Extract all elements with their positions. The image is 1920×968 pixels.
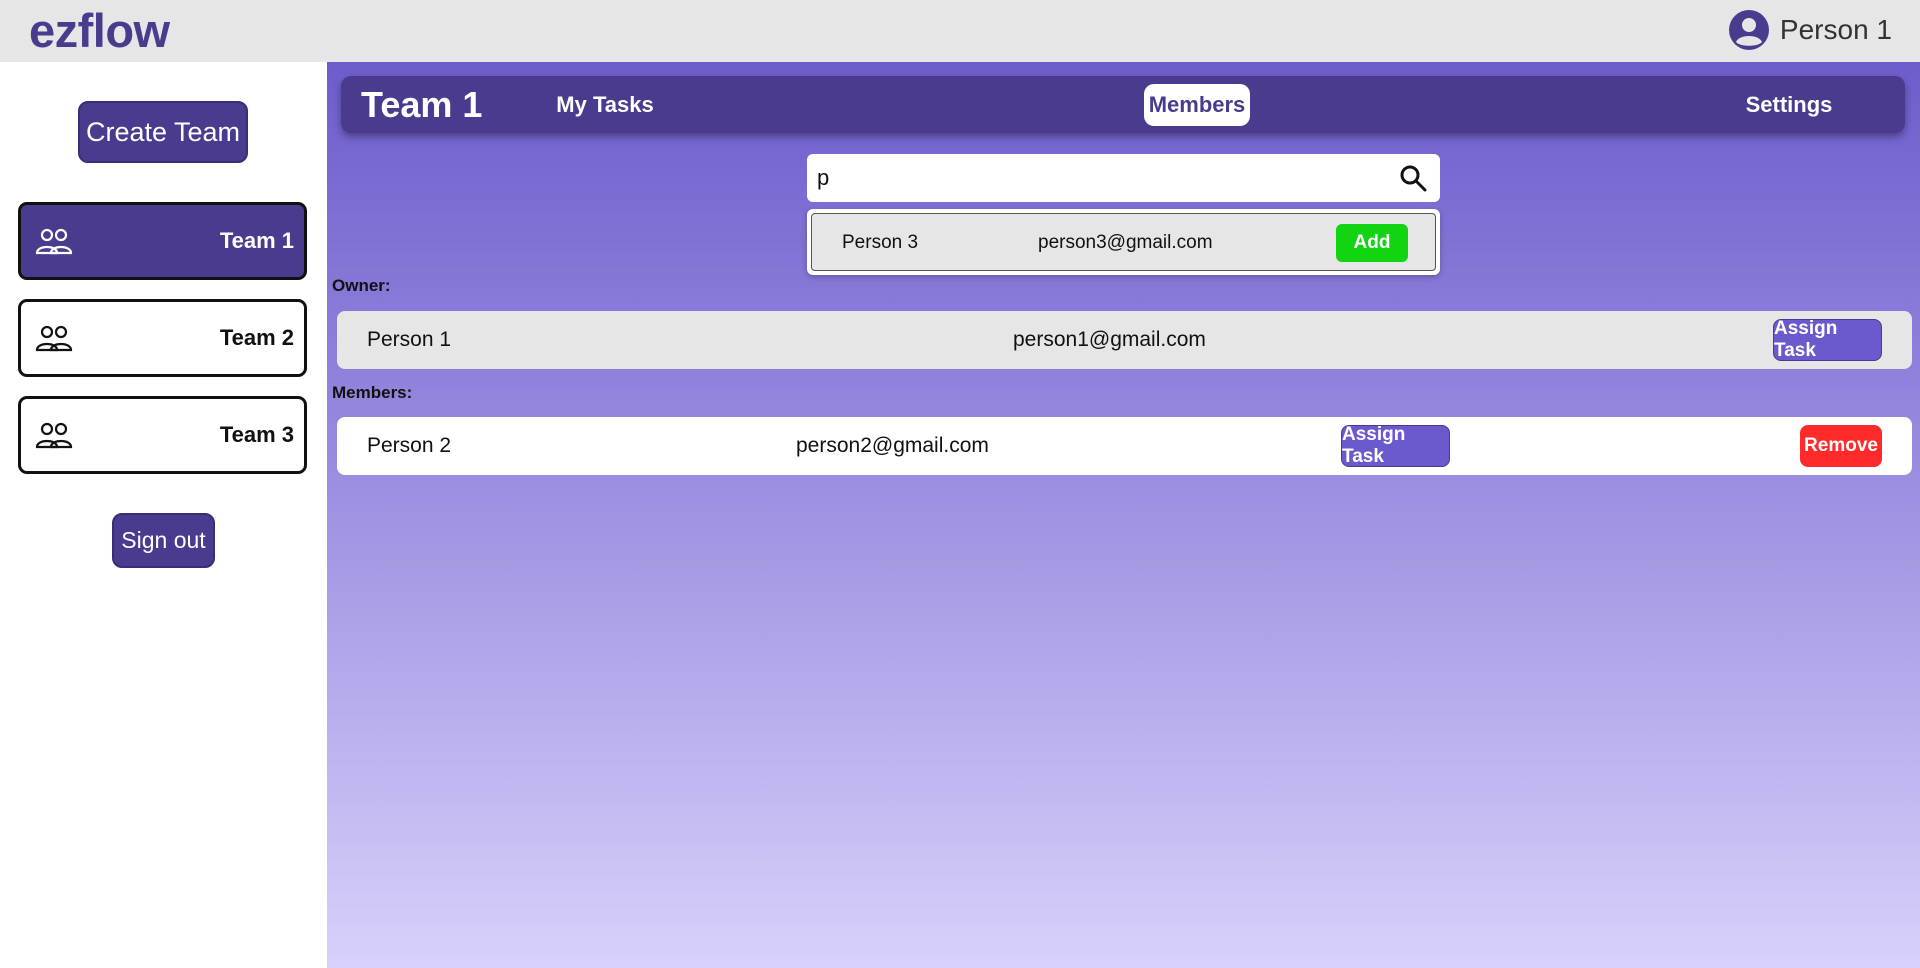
tab-my-tasks[interactable]: My Tasks bbox=[550, 84, 660, 126]
member-search-box bbox=[807, 154, 1440, 202]
user-avatar-icon bbox=[1728, 9, 1770, 51]
owner-row: Person 1 person1@gmail.com Assign Task bbox=[337, 311, 1912, 369]
team-icon bbox=[35, 419, 75, 451]
team-title: Team 1 bbox=[361, 84, 483, 125]
sidebar: Create Team Team 1 Team 2 Team 3 Sign ou… bbox=[0, 62, 327, 968]
search-icon[interactable] bbox=[1396, 161, 1430, 195]
search-result-row: Person 3 person3@gmail.com Add bbox=[811, 213, 1436, 271]
sidebar-item-label: Team 3 bbox=[219, 422, 294, 447]
member-row: Person 2 person2@gmail.com Assign Task R… bbox=[337, 417, 1912, 475]
remove-member-button[interactable]: Remove bbox=[1800, 425, 1882, 467]
sidebar-item-label: Team 2 bbox=[219, 325, 294, 350]
main-content: Team 1 My Tasks Members Settings Person … bbox=[327, 62, 1920, 968]
search-results-dropdown: Person 3 person3@gmail.com Add bbox=[807, 209, 1440, 275]
sign-out-button[interactable]: Sign out bbox=[112, 513, 215, 568]
app-logo[interactable]: ezflow bbox=[29, 4, 170, 58]
member-search-input[interactable] bbox=[817, 165, 1396, 191]
tab-settings[interactable]: Settings bbox=[1735, 84, 1843, 126]
user-menu[interactable]: Person 1 bbox=[1728, 9, 1892, 51]
user-name: Person 1 bbox=[1779, 14, 1892, 45]
sidebar-item-label: Team 1 bbox=[219, 228, 294, 253]
create-team-button[interactable]: Create Team bbox=[78, 101, 248, 163]
owner-label: Owner: bbox=[332, 276, 391, 295]
add-member-button[interactable]: Add bbox=[1336, 224, 1408, 262]
member-email: person2@gmail.com bbox=[796, 434, 989, 457]
result-email: person3@gmail.com bbox=[1038, 232, 1213, 253]
owner-name: Person 1 bbox=[367, 328, 452, 351]
top-bar: ezflow Person 1 bbox=[0, 0, 1920, 62]
team-nav-bar: Team 1 My Tasks Members Settings bbox=[341, 76, 1905, 133]
sidebar-item-team-2[interactable]: Team 2 bbox=[18, 299, 307, 377]
result-name: Person 3 bbox=[842, 232, 919, 253]
members-label: Members: bbox=[332, 383, 413, 402]
tab-members[interactable]: Members bbox=[1144, 84, 1250, 126]
member-name: Person 2 bbox=[367, 434, 452, 457]
owner-email: person1@gmail.com bbox=[1013, 328, 1206, 351]
member-assign-task-button[interactable]: Assign Task bbox=[1341, 424, 1450, 467]
sidebar-item-team-1[interactable]: Team 1 bbox=[18, 202, 307, 280]
owner-assign-task-button[interactable]: Assign Task bbox=[1773, 318, 1882, 361]
team-icon bbox=[35, 322, 75, 354]
sidebar-item-team-3[interactable]: Team 3 bbox=[18, 396, 307, 474]
team-icon bbox=[35, 225, 75, 257]
